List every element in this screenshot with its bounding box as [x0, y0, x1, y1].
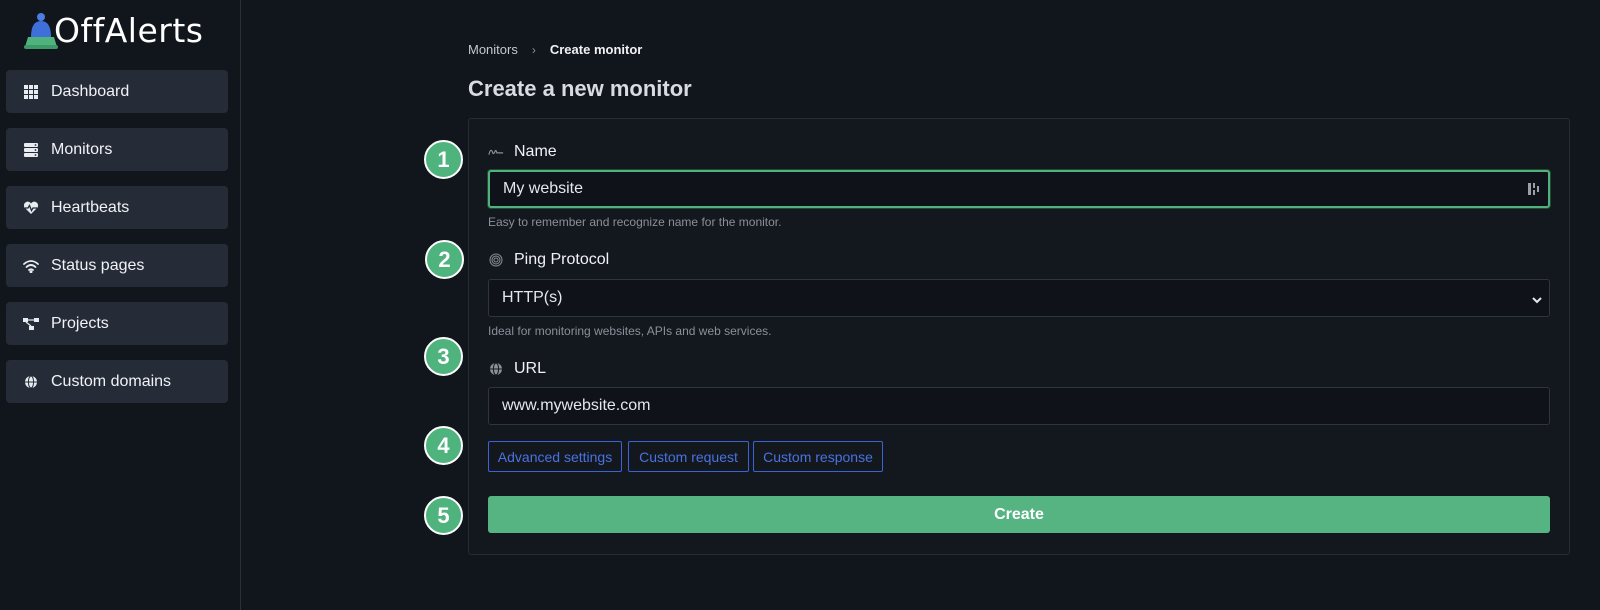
sidebar: OffAlerts Dashboard Monitors Heartbeats …	[0, 0, 241, 610]
password-manager-icon[interactable]	[1528, 182, 1540, 201]
sidebar-item-custom-domains[interactable]: Custom domains	[6, 360, 228, 403]
url-input[interactable]: www.mywebsite.com	[488, 387, 1550, 425]
sidebar-item-status-pages[interactable]: Status pages	[6, 244, 228, 287]
breadcrumb: Monitors › Create monitor	[468, 42, 642, 57]
app-window: OffAlerts Dashboard Monitors Heartbeats …	[0, 0, 1600, 610]
sidebar-item-label: Projects	[51, 314, 109, 332]
sidebar-item-label: Dashboard	[51, 82, 130, 100]
step-marker-2: 2	[425, 240, 464, 279]
page-title: Create a new monitor	[468, 76, 692, 101]
fingerprint-icon	[488, 252, 504, 268]
bell-logo-icon	[24, 11, 58, 49]
breadcrumb-current: Create monitor	[549, 42, 643, 57]
globe-icon	[488, 361, 504, 377]
url-label: URL	[488, 360, 546, 378]
step-marker-3: 3	[424, 337, 463, 376]
globe-icon	[23, 374, 39, 390]
brand-logo[interactable]: OffAlerts	[24, 10, 203, 50]
step-marker-1: 1	[424, 140, 463, 179]
grid-icon	[23, 84, 39, 100]
name-help-text: Easy to remember and recognize name for …	[488, 215, 782, 229]
breadcrumb-link-monitors[interactable]: Monitors	[468, 42, 518, 57]
step-marker-4: 4	[424, 426, 463, 465]
sidebar-item-dashboard[interactable]: Dashboard	[6, 70, 228, 113]
sidebar-item-monitors[interactable]: Monitors	[6, 128, 228, 171]
name-input-value: My website	[503, 180, 584, 197]
name-input[interactable]: My website	[488, 170, 1550, 208]
chevron-down-icon	[1531, 292, 1543, 310]
protocol-select[interactable]: HTTP(s)	[488, 279, 1550, 317]
sidebar-item-projects[interactable]: Projects	[6, 302, 228, 345]
chevron-right-icon: ›	[531, 42, 536, 57]
heartbeat-icon	[23, 200, 39, 216]
custom-response-button[interactable]: Custom response	[753, 441, 883, 472]
protocol-label: Ping Protocol	[488, 251, 609, 269]
custom-request-button[interactable]: Custom request	[628, 441, 749, 472]
wifi-icon	[23, 258, 39, 274]
sidebar-item-heartbeats[interactable]: Heartbeats	[6, 186, 228, 229]
project-tree-icon	[23, 316, 39, 332]
create-button[interactable]: Create	[488, 496, 1550, 533]
protocol-help-text: Ideal for monitoring websites, APIs and …	[488, 324, 772, 338]
sidebar-item-label: Monitors	[51, 140, 113, 158]
url-input-value: www.mywebsite.com	[502, 397, 651, 414]
sidebar-item-label: Heartbeats	[51, 198, 130, 216]
protocol-select-value: HTTP(s)	[502, 289, 563, 306]
brand-name: OffAlerts	[54, 10, 204, 50]
sidebar-item-label: Status pages	[51, 256, 145, 274]
step-marker-5: 5	[424, 496, 463, 535]
name-label: Name	[488, 143, 557, 161]
sidebar-nav: Dashboard Monitors Heartbeats Status pag…	[6, 70, 228, 418]
signature-icon	[488, 144, 504, 160]
server-icon	[23, 142, 39, 158]
sidebar-item-label: Custom domains	[51, 372, 172, 390]
advanced-settings-button[interactable]: Advanced settings	[488, 441, 622, 472]
